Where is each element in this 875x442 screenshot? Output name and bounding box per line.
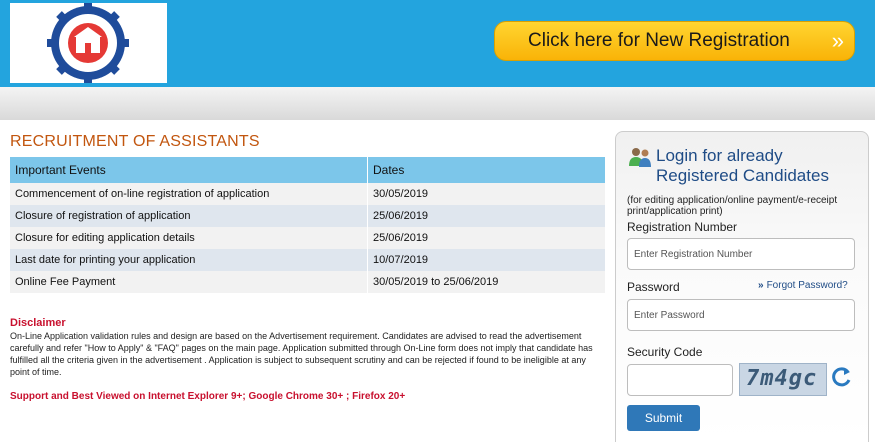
double-chevron-right-small-icon: » bbox=[758, 280, 764, 291]
login-panel: Login for already Registered Candidates … bbox=[615, 131, 869, 442]
table-row: Online Fee Payment 30/05/2019 to 25/06/2… bbox=[10, 271, 606, 293]
table-row: Closure of registration of application 2… bbox=[10, 205, 606, 227]
disclaimer-heading: Disclaimer bbox=[10, 317, 66, 329]
date-cell: 30/05/2019 bbox=[367, 183, 606, 205]
browser-support-note: Support and Best Viewed on Internet Expl… bbox=[10, 391, 406, 402]
login-subtitle: (for editing application/online payment/… bbox=[627, 195, 838, 217]
submit-button[interactable]: Submit bbox=[627, 405, 700, 431]
users-icon bbox=[629, 148, 651, 167]
event-cell: Online Fee Payment bbox=[10, 271, 368, 293]
top-header: Click here for New Registration » bbox=[0, 0, 875, 87]
event-cell: Last date for printing your application bbox=[10, 249, 368, 271]
event-cell: Closure of registration of application bbox=[10, 205, 368, 227]
important-events-table: Important Events Dates Commencement of o… bbox=[10, 157, 606, 293]
security-code-label: Security Code bbox=[627, 345, 703, 359]
epfo-logo-icon bbox=[47, 2, 129, 84]
captcha-image: 7m4gc bbox=[739, 363, 827, 396]
date-cell: 25/06/2019 bbox=[367, 205, 606, 227]
disclaimer-text: On-Line Application validation rules and… bbox=[10, 331, 593, 377]
new-registration-button[interactable]: Click here for New Registration » bbox=[494, 21, 855, 61]
refresh-icon[interactable] bbox=[831, 366, 853, 388]
date-cell: 10/07/2019 bbox=[367, 249, 606, 271]
forgot-password-link[interactable]: » Forgot Password? bbox=[758, 280, 848, 291]
sub-header-bar bbox=[0, 87, 875, 120]
password-label: Password bbox=[627, 280, 680, 294]
login-title: Login for already Registered Candidates bbox=[656, 146, 829, 186]
login-title-line1: Login for already bbox=[656, 146, 783, 165]
event-cell: Commencement of on-line registration of … bbox=[10, 183, 368, 205]
password-input[interactable] bbox=[627, 299, 855, 331]
table-row: Closure for editing application details … bbox=[10, 227, 606, 249]
table-row: Commencement of on-line registration of … bbox=[10, 183, 606, 205]
new-registration-label: Click here for New Registration bbox=[528, 30, 790, 51]
table-header-row: Important Events Dates bbox=[10, 157, 606, 183]
registration-number-label: Registration Number bbox=[627, 220, 738, 234]
registration-number-input[interactable] bbox=[627, 238, 855, 270]
forgot-password-label: Forgot Password? bbox=[766, 280, 848, 291]
table-row: Last date for printing your application … bbox=[10, 249, 606, 271]
login-title-line2: Registered Candidates bbox=[656, 166, 829, 185]
security-code-input[interactable] bbox=[627, 364, 733, 396]
double-chevron-right-icon: » bbox=[831, 28, 845, 53]
page-title: RECRUITMENT OF ASSISTANTS bbox=[10, 133, 260, 150]
column-header-dates: Dates bbox=[367, 157, 606, 183]
date-cell: 30/05/2019 to 25/06/2019 bbox=[367, 271, 606, 293]
captcha-text: 7m4gc bbox=[746, 366, 818, 391]
event-cell: Closure for editing application details bbox=[10, 227, 368, 249]
date-cell: 25/06/2019 bbox=[367, 227, 606, 249]
column-header-events: Important Events bbox=[10, 157, 368, 183]
epfo-logo bbox=[10, 2, 167, 84]
